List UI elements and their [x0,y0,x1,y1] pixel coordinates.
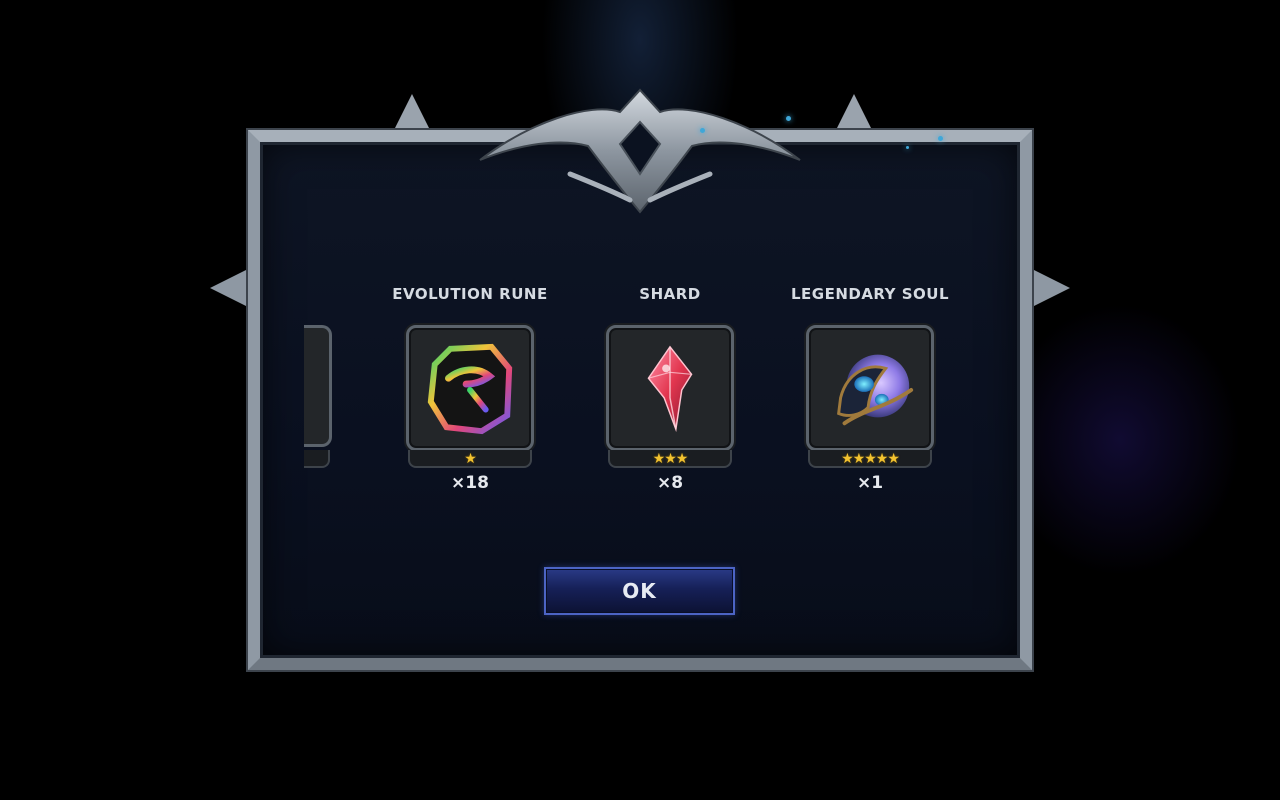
star-rating: ★★★ [608,450,732,468]
star-rating: ★★★★★ [808,450,932,468]
star-icon: ★★★ [652,451,689,467]
game-screen: EVOLUTION RUNE ★ ×18 SHARD ★★★ ×8 LEGEND… [0,0,1280,800]
reward-item-evolution-rune: EVOLUTION RUNE ★ ×18 [370,285,570,505]
shard-icon [647,345,693,433]
sparkle [786,116,791,121]
star-rating: ★ [408,450,532,468]
reward-item-shard: SHARD ★★★ ×8 [570,285,770,505]
ok-button[interactable]: OK [544,567,735,615]
frame-spike-top-right [834,94,874,134]
frame-spike-top-left [392,94,432,134]
reward-quantity: ×18 [451,473,489,493]
partial-star-bar [304,450,330,468]
sparkle [700,128,705,133]
reward-quantity: ×8 [656,473,684,493]
crest-ornament-icon [479,88,801,214]
reward-card[interactable] [406,325,534,451]
legendary-soul-icon [837,354,914,426]
sparkle [938,136,943,141]
frame-spike-left [210,268,250,308]
sparkle [906,146,909,149]
reward-item-name: LEGENDARY SOUL [790,285,950,303]
reward-quantity: ×1 [856,473,884,493]
star-icon: ★★★★★ [841,451,900,467]
reward-item-name: EVOLUTION RUNE [392,285,548,303]
star-icon: ★ [464,451,477,467]
reward-card[interactable] [606,325,734,451]
partial-reward-card [304,325,332,447]
evolution-rune-icon [427,343,513,435]
reward-item-name: SHARD [639,285,701,303]
reward-card[interactable] [806,325,934,451]
reward-item-legendary-soul: LEGENDARY SOUL ★★★★★ ×1 [770,285,970,505]
frame-spike-right [1030,268,1070,308]
